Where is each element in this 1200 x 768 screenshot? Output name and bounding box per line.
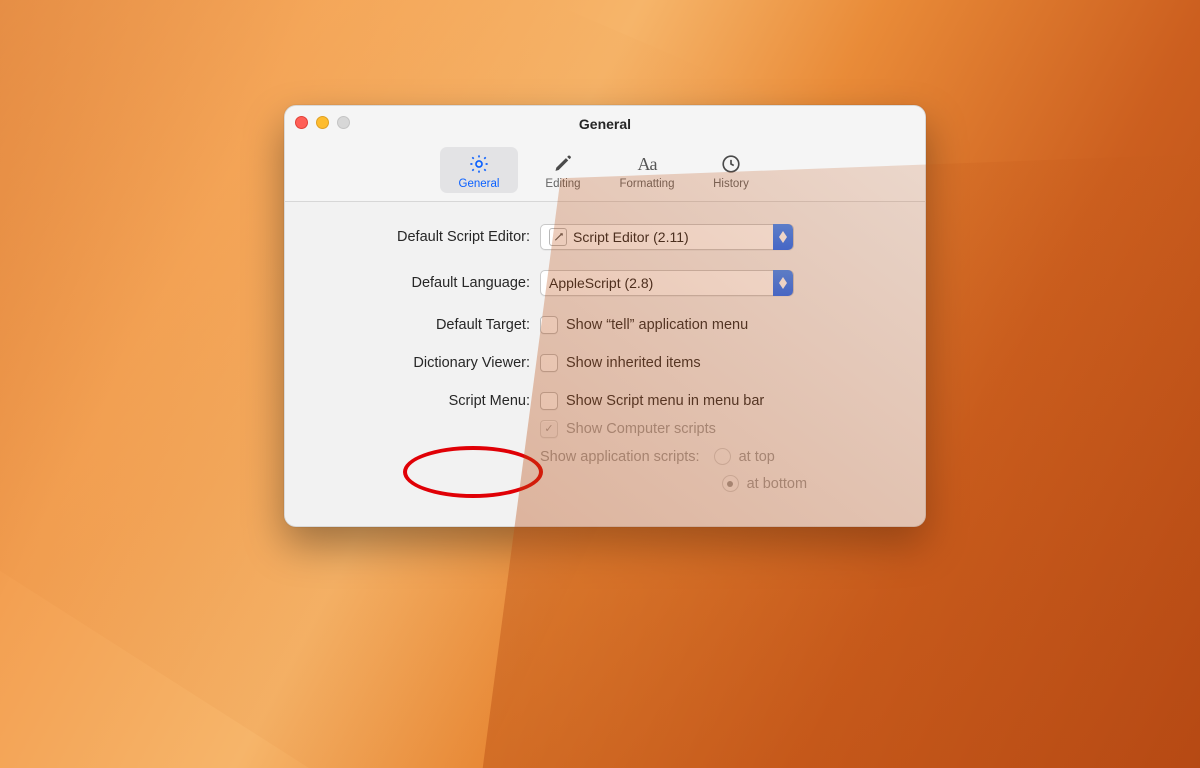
window-close-button[interactable] [295, 116, 308, 129]
window-titlebar: General [285, 106, 925, 143]
popup-arrows-icon [773, 270, 793, 296]
label-script-menu: Script Menu: [315, 393, 540, 409]
font-icon: Aa [638, 151, 657, 177]
label-dictionary-viewer: Dictionary Viewer: [315, 355, 540, 371]
tab-formatting-label: Formatting [620, 178, 675, 190]
preferences-window: General General Editing [284, 105, 926, 527]
show-inherited-label: Show inherited items [566, 355, 701, 371]
row-app-scripts-top: Show application scripts: at top [315, 448, 895, 465]
desktop-wallpaper: General General Editing [0, 0, 1200, 768]
prefs-content: Default Script Editor: Script Editor (2.… [285, 202, 925, 526]
pencil-icon [553, 151, 573, 177]
row-default-editor: Default Script Editor: Script Editor (2.… [315, 224, 895, 250]
app-scripts-at-top-label: at top [739, 449, 775, 465]
clock-icon [720, 151, 742, 177]
app-scripts-at-bottom-radio [722, 475, 739, 492]
show-computer-scripts-label: Show Computer scripts [566, 421, 716, 437]
default-language-value: AppleScript (2.8) [549, 276, 653, 290]
label-default-language: Default Language: [315, 275, 540, 291]
window-minimize-button[interactable] [316, 116, 329, 129]
row-script-menu: Script Menu: ✓ Show Script menu in menu … [315, 392, 895, 410]
app-scripts-at-bottom-label: at bottom [747, 476, 807, 492]
prefs-toolbar: General Editing Aa Formatting [285, 143, 925, 202]
show-computer-scripts-checkbox: ✓ [540, 420, 558, 438]
row-dictionary-viewer: Dictionary Viewer: ✓ Show inherited item… [315, 354, 895, 372]
tab-history-label: History [713, 178, 749, 190]
window-zoom-button [337, 116, 350, 129]
popup-arrows-icon [773, 224, 793, 250]
tab-general[interactable]: General [440, 147, 518, 193]
tab-history[interactable]: History [692, 147, 770, 193]
window-controls [295, 116, 350, 129]
show-script-menu-checkbox[interactable]: ✓ [540, 392, 558, 410]
row-app-scripts-bottom: Show application scripts: at bottom [315, 475, 895, 492]
show-tell-menu-label: Show “tell” application menu [566, 317, 748, 333]
default-editor-value: Script Editor (2.11) [573, 230, 689, 244]
row-default-language: Default Language: AppleScript (2.8) [315, 270, 895, 296]
script-editor-app-icon [549, 228, 567, 246]
tab-formatting[interactable]: Aa Formatting [608, 147, 686, 193]
row-show-computer-scripts: ✓ Show Computer scripts [315, 420, 895, 438]
show-script-menu-label: Show Script menu in menu bar [566, 393, 764, 409]
show-inherited-checkbox[interactable]: ✓ [540, 354, 558, 372]
tab-general-label: General [459, 178, 500, 190]
window-title: General [579, 116, 631, 132]
gear-icon [468, 151, 490, 177]
tab-editing[interactable]: Editing [524, 147, 602, 193]
app-scripts-label: Show application scripts: [540, 449, 700, 465]
tab-editing-label: Editing [545, 178, 580, 190]
label-default-target: Default Target: [315, 317, 540, 333]
show-tell-menu-checkbox[interactable]: ✓ [540, 316, 558, 334]
default-editor-popup[interactable]: Script Editor (2.11) [540, 224, 794, 250]
label-default-editor: Default Script Editor: [315, 229, 540, 245]
row-default-target: Default Target: ✓ Show “tell” applicatio… [315, 316, 895, 334]
app-scripts-at-top-radio [714, 448, 731, 465]
default-language-popup[interactable]: AppleScript (2.8) [540, 270, 794, 296]
